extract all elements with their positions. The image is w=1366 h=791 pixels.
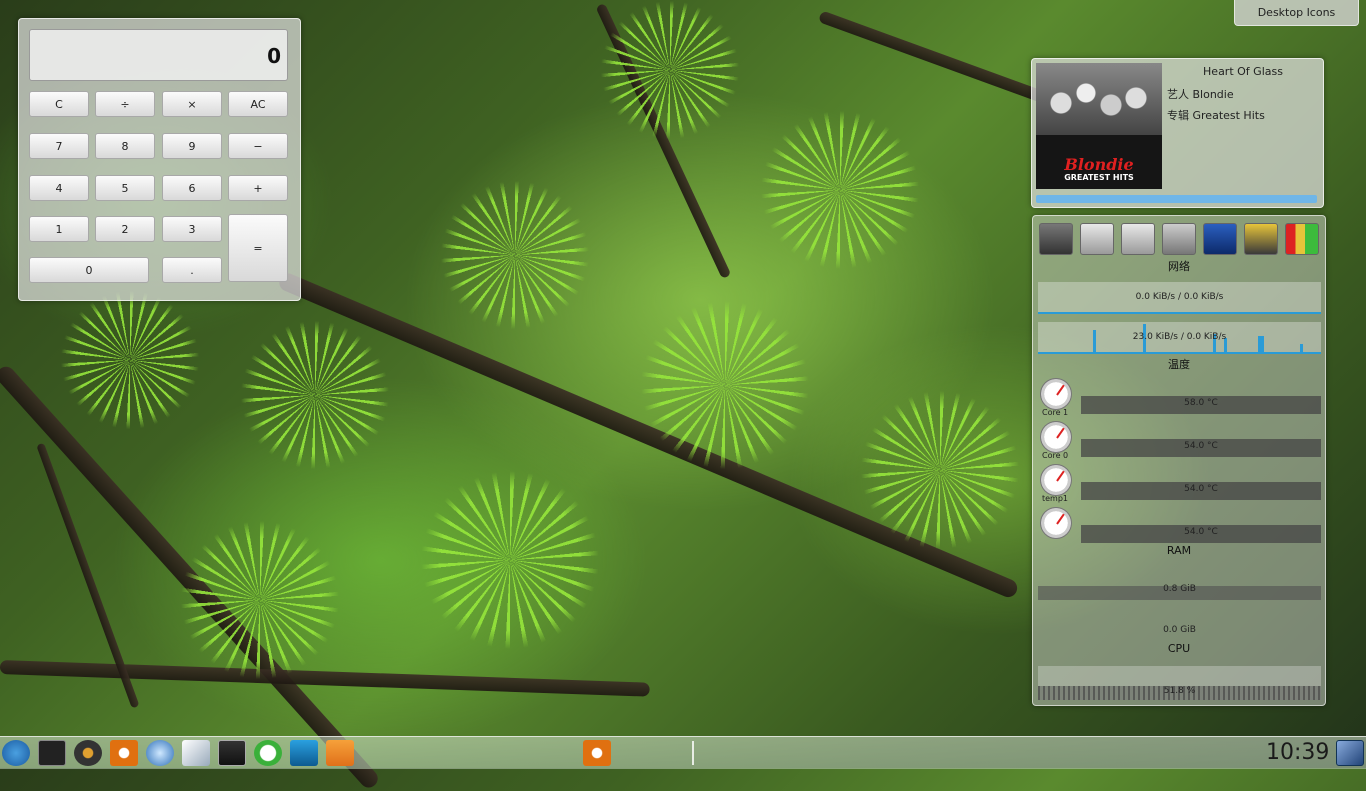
swap-used-value: 0.0 GiB [1163, 625, 1196, 635]
calc-five-button[interactable]: 5 [95, 175, 155, 201]
taskbar-separator [692, 741, 694, 765]
document-viewer-icon[interactable] [182, 740, 210, 766]
wallpaper-needles [420, 470, 600, 650]
monitor-icon[interactable] [1121, 223, 1155, 255]
wallpaper-needles [640, 300, 810, 470]
temp-sensor-row: temp1 54.0 °C [1038, 464, 1321, 504]
temperature-section-title: 温度 [1168, 358, 1190, 371]
cpu-usage-value: 51.8 % [1163, 686, 1196, 696]
taskbar: 10:39 [0, 736, 1366, 769]
track-title: Heart Of Glass [1203, 65, 1283, 78]
temp-sensor-row: Core 0 54.0 °C [1038, 421, 1321, 461]
calc-seven-button[interactable]: 7 [29, 133, 89, 159]
browser-icon[interactable] [146, 740, 174, 766]
playback-progress-bar[interactable] [1036, 195, 1317, 203]
system-monitor-widget: 网络 0.0 KiB/s / 0.0 KiB/s 23.0 KiB/s / 0.… [1032, 215, 1326, 706]
temperature-gauge-icon [1040, 464, 1072, 496]
temp-sensor-name: Core 0 [1042, 451, 1069, 460]
network-graph-2: 23.0 KiB/s / 0.0 KiB/s [1038, 322, 1321, 354]
artist-row: 艺人 Blondie [1167, 86, 1234, 102]
temperature-gauge-icon [1040, 507, 1072, 539]
calc-one-button[interactable]: 1 [29, 216, 89, 242]
temp-sensor-name: temp1 [1042, 494, 1069, 503]
temp-sensor-value: 54.0 °C [1184, 484, 1218, 494]
monitor-icon[interactable] [1080, 223, 1114, 255]
cpu-section-title: CPU [1167, 642, 1191, 655]
artist-name: Blondie [1192, 88, 1234, 101]
calculator-display: 0 [29, 29, 288, 81]
album-cover-band: Blondie [1064, 155, 1134, 174]
album-row: 专辑 Greatest Hits [1167, 107, 1265, 123]
wallpaper-needles [60, 290, 200, 430]
system-monitor-icon[interactable] [290, 740, 318, 766]
album-cover[interactable]: Blondie GREATEST HITS [1036, 63, 1162, 189]
cpu-graph: 51.8 % [1038, 666, 1321, 700]
desktop-icons-button[interactable]: Desktop Icons [1234, 0, 1359, 26]
rss-feed-icon[interactable] [326, 740, 354, 766]
mail-client-icon[interactable] [254, 740, 282, 766]
album-label: 专辑 [1167, 109, 1189, 122]
network-section-title: 网络 [1168, 260, 1190, 273]
calc-nine-button[interactable]: 9 [162, 133, 222, 159]
calc-two-button[interactable]: 2 [95, 216, 155, 242]
temp-sensor-row: Core 1 58.0 °C [1038, 378, 1321, 418]
calc-equals-button[interactable]: = [228, 214, 288, 282]
wallpaper-branch [817, 10, 1067, 111]
calc-zero-button[interactable]: 0 [29, 257, 149, 283]
calculator-widget: 0 C ÷ × AC 7 8 9 − 4 5 6 + 1 2 3 = 0 . [18, 18, 301, 301]
calc-six-button[interactable]: 6 [162, 175, 222, 201]
wallpaper-needles [180, 520, 340, 680]
wallpaper-needles [240, 320, 390, 470]
video-player-icon[interactable] [218, 740, 246, 766]
network-graph-2-label: 23.0 KiB/s / 0.0 KiB/s [1132, 332, 1227, 342]
network-icon[interactable] [1203, 223, 1237, 255]
ram-used-value: 0.8 GiB [1163, 584, 1196, 594]
network-graph-1-label: 0.0 KiB/s / 0.0 KiB/s [1135, 292, 1224, 302]
wallpaper-needles [860, 390, 1020, 550]
temp-sensor-value: 54.0 °C [1184, 441, 1218, 451]
calc-eight-button[interactable]: 8 [95, 133, 155, 159]
wallpaper-needles [440, 180, 590, 330]
temp-sensor-name: Core 1 [1042, 408, 1069, 417]
temperature-gauge-icon [1040, 378, 1072, 410]
memory-chip-icon[interactable] [1244, 223, 1278, 255]
temp-sensor-value: 58.0 °C [1184, 398, 1218, 408]
clock[interactable]: 10:39 [1266, 740, 1329, 765]
artist-label: 艺人 [1167, 88, 1189, 101]
network-spike [1300, 344, 1303, 352]
wallpaper-branch [0, 660, 650, 697]
calc-four-button[interactable]: 4 [29, 175, 89, 201]
show-desktop-icon[interactable] [1336, 740, 1364, 766]
calc-minus-button[interactable]: − [228, 133, 288, 159]
wallpaper-needles [600, 0, 740, 140]
hard-disk-icon[interactable] [1039, 223, 1073, 255]
ram-section-title: RAM [1166, 544, 1192, 557]
wallpaper-needles [760, 110, 920, 270]
terminal-icon[interactable] [38, 740, 66, 766]
album-cover-photo [1036, 63, 1162, 135]
kde-launcher-icon[interactable] [2, 740, 30, 766]
calc-clear-button[interactable]: C [29, 91, 89, 117]
signal-bars-icon[interactable] [1285, 223, 1319, 255]
calc-three-button[interactable]: 3 [162, 216, 222, 242]
network-graph-1: 0.0 KiB/s / 0.0 KiB/s [1038, 282, 1321, 314]
album-cover-subtitle: GREATEST HITS [1064, 173, 1134, 182]
eye-of-gnome-icon[interactable] [110, 740, 138, 766]
temperature-gauge-icon [1040, 421, 1072, 453]
calc-decimal-button[interactable]: . [162, 257, 222, 283]
temp-sensor-row: 54.0 °C [1038, 507, 1321, 547]
running-task-icon[interactable] [583, 740, 611, 766]
album-name: Greatest Hits [1192, 109, 1265, 122]
calc-all-clear-button[interactable]: AC [228, 91, 288, 117]
temp-sensor-value: 54.0 °C [1184, 527, 1218, 537]
calc-multiply-button[interactable]: × [162, 91, 222, 117]
now-playing-widget: Blondie GREATEST HITS Heart Of Glass 艺人 … [1031, 58, 1324, 208]
media-player-icon[interactable] [74, 740, 102, 766]
calc-plus-button[interactable]: + [228, 175, 288, 201]
calc-divide-button[interactable]: ÷ [95, 91, 155, 117]
computer-icon[interactable] [1162, 223, 1196, 255]
